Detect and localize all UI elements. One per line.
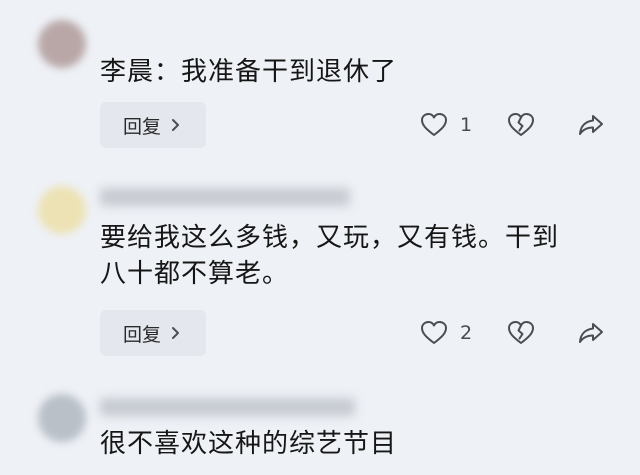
comment-text: 要给我这么多钱，又玩，又有钱。干到 八十都不算老。 xyxy=(100,223,560,289)
heart-icon xyxy=(421,321,447,344)
username[interactable] xyxy=(100,398,355,416)
share-button[interactable] xyxy=(577,113,605,141)
share-button[interactable] xyxy=(577,321,605,349)
avatar[interactable] xyxy=(38,186,86,234)
dislike-button[interactable] xyxy=(507,320,535,350)
username[interactable] xyxy=(100,188,350,206)
heart-icon xyxy=(421,113,447,136)
avatar[interactable] xyxy=(38,394,86,442)
reply-label: 回复 xyxy=(122,115,161,138)
comment-text: 很不喜欢这种的综艺节目 xyxy=(100,429,398,459)
like-count: 2 xyxy=(460,322,473,344)
share-icon xyxy=(579,323,603,343)
broken-heart-icon xyxy=(508,321,534,344)
reply-button[interactable]: 回复 xyxy=(100,310,206,356)
reply-button[interactable]: 回复 xyxy=(100,102,206,148)
reply-label: 回复 xyxy=(122,323,161,346)
like-count: 1 xyxy=(460,114,473,136)
like-button[interactable]: 1 xyxy=(420,112,472,138)
chevron-right-icon xyxy=(172,119,179,131)
dislike-button[interactable] xyxy=(507,112,535,142)
share-icon xyxy=(579,115,603,135)
comment-text: 李晨：我准备干到退休了 xyxy=(100,57,398,87)
chevron-right-icon xyxy=(172,327,179,339)
broken-heart-icon xyxy=(508,113,534,136)
avatar[interactable] xyxy=(38,20,86,68)
like-button[interactable]: 2 xyxy=(420,320,472,346)
